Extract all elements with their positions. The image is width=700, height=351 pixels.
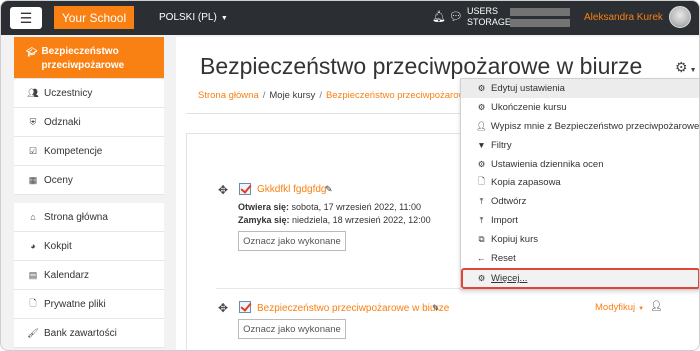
file-icon: 🗋︎ xyxy=(478,175,485,186)
users-label: USERS xyxy=(467,6,499,16)
top-navbar: ☰ Your School POLSKI (PL) ▼ 🔔︎ 💬︎ USERS S… xyxy=(1,1,699,35)
storage-usage-bar xyxy=(510,19,570,27)
sidebar-item-label: Strona główna xyxy=(44,211,108,223)
sidebar-item-dashboard[interactable]: ◕ Kokpit xyxy=(14,232,164,261)
breadcrumb-separator: / xyxy=(262,90,266,101)
menu-toggle-button[interactable]: ☰ xyxy=(10,7,42,29)
arrow-left-icon: ← xyxy=(477,253,486,264)
hamburger-icon: ☰ xyxy=(19,10,33,26)
shield-icon: ⛨ xyxy=(29,116,37,127)
sidebar-item-private-files[interactable]: 🗋︎ Prywatne pliki xyxy=(14,290,164,319)
page-title: Bezpieczeństwo przeciwpożarowe w biurze xyxy=(200,53,643,79)
gear-icon: ⚙ xyxy=(477,82,486,93)
menu-item-reset[interactable]: ← Reset xyxy=(461,249,699,268)
users-usage-bar xyxy=(510,8,570,16)
menu-item-import[interactable]: ⤒ Import xyxy=(461,211,699,230)
users-icon: 👥︎ xyxy=(27,87,39,98)
menu-item-edit-settings[interactable]: ⚙ Edytuj ustawienia xyxy=(461,79,699,98)
site-brand[interactable]: Your School xyxy=(54,6,134,29)
pencil-icon[interactable]: ✎ xyxy=(432,303,440,314)
language-menu[interactable]: POLSKI (PL) ▼ xyxy=(159,12,228,23)
breadcrumb: Strona główna / Moje kursy / Bezpieczeństwo … xyxy=(198,90,471,101)
modify-menu[interactable]: Modyfikuj ▼ xyxy=(595,302,644,313)
app-window: ☰ Your School POLSKI (PL) ▼ 🔔︎ 💬︎ USERS S… xyxy=(0,0,700,351)
file-icon: 🗋︎ xyxy=(29,298,37,308)
menu-item-copy-course[interactable]: ⧉ Kopiuj kurs xyxy=(461,230,699,249)
sidebar-item-home[interactable]: ⌂ Strona główna xyxy=(14,203,164,232)
usage-bars xyxy=(510,8,570,30)
sidebar-item-label: Odznaki xyxy=(44,116,81,128)
sidebar-item-grades[interactable]: ▦ Oceny xyxy=(14,166,164,195)
brush-icon: 🖌︎ xyxy=(27,327,39,338)
move-icon[interactable]: ✥ xyxy=(218,183,228,197)
user-icon: 👤︎ xyxy=(476,120,487,131)
home-icon: ⌂ xyxy=(30,212,36,222)
gear-icon: ⚙ xyxy=(477,272,486,283)
gear-icon: ⚙ xyxy=(477,158,486,169)
mark-done-button[interactable]: Oznacz jako wykonane xyxy=(238,319,346,339)
sidebar: 🎓︎ Bezpieczeństwo przeciwpożarowe 👥︎ Ucz… xyxy=(14,37,164,350)
table-icon: ▦ xyxy=(28,174,38,185)
caret-down-icon: ▼ xyxy=(689,67,697,74)
gear-icon: ⚙ xyxy=(675,59,688,75)
breadcrumb-home[interactable]: Strona główna xyxy=(198,90,259,101)
dashboard-icon: ◕ xyxy=(30,241,36,251)
move-icon[interactable]: ✥ xyxy=(218,301,228,315)
sidebar-item-label: Kokpit xyxy=(44,240,72,252)
caret-down-icon: ▼ xyxy=(220,15,228,22)
sidebar-item-label: Kompetencje xyxy=(44,145,103,157)
menu-item-gradebook-setup[interactable]: ⚙ Ustawienia dziennika ocen xyxy=(461,155,699,174)
menu-item-unenrol[interactable]: 👤︎ Wypisz mnie z Bezpieczeństwo przeciwpo… xyxy=(461,117,699,136)
menu-item-restore[interactable]: ⤒ Odtwórz xyxy=(461,192,699,211)
sidebar-item-label: Bank zawartości xyxy=(44,327,117,339)
pencil-icon[interactable]: ✎ xyxy=(325,184,333,195)
menu-item-backup[interactable]: 🗋︎ Kopia zapasowa xyxy=(461,173,699,192)
quiz-icon xyxy=(239,183,251,195)
sidebar-item-badges[interactable]: ⛨ Odznaki xyxy=(14,108,164,137)
sidebar-item-label: Prywatne pliki xyxy=(44,298,106,310)
menu-item-course-completion[interactable]: ⚙ Ukończenie kursu xyxy=(461,98,699,117)
sidebar-item-competencies[interactable]: ☑ Kompetencje xyxy=(14,137,164,166)
calendar-icon: ▤ xyxy=(28,269,38,280)
breadcrumb-course[interactable]: Bezpieczeństwo przeciwpożarowe xyxy=(326,90,471,101)
sidebar-item-participants[interactable]: 👥︎ Uczestnicy xyxy=(14,79,164,108)
upload-icon: ⤒ xyxy=(479,215,484,226)
avatar[interactable] xyxy=(669,6,691,28)
mark-done-button[interactable]: Oznacz jako wykonane xyxy=(238,231,346,251)
bell-icon[interactable]: 🔔︎ xyxy=(432,10,446,23)
closes-date: Zamyka się: niedziela, 18 wrzesień 2022,… xyxy=(238,215,431,225)
opens-date: Otwiera się: sobota, 17 wrzesień 2022, 1… xyxy=(238,202,421,212)
usage-labels: USERS STORAGE xyxy=(467,6,511,28)
sidebar-item-label: Oceny xyxy=(44,174,73,186)
user-icon[interactable]: 👤︎ xyxy=(650,301,663,312)
breadcrumb-separator: / xyxy=(319,90,322,101)
activity-link[interactable]: Gkkdfkl fgdgfdg xyxy=(257,184,326,195)
breadcrumb-my-courses[interactable]: Moje kursy xyxy=(269,90,315,101)
sidebar-item-label: Bezpieczeństwo przeciwpożarowe xyxy=(41,46,125,71)
sidebar-item-course[interactable]: 🎓︎ Bezpieczeństwo przeciwpożarowe xyxy=(14,37,164,79)
storage-label: STORAGE xyxy=(467,17,511,27)
check-circle-icon: ⚙ xyxy=(477,101,486,112)
course-actions-button[interactable]: ⚙ ▼ xyxy=(675,59,697,76)
checkbox-icon: ☑ xyxy=(28,145,38,156)
quiz-icon xyxy=(239,301,251,313)
sidebar-item-label: Uczestnicy xyxy=(44,87,93,99)
sidebar-item-label: Kalendarz xyxy=(44,269,90,281)
activity-link[interactable]: Bezpieczeństwo przeciwpożarowe w biurze xyxy=(257,303,449,314)
menu-item-filters[interactable]: ▼ Filtry xyxy=(461,136,699,155)
filter-icon: ▼ xyxy=(477,140,486,151)
course-actions-dropdown: ⚙ Edytuj ustawienia ⚙ Ukończenie kursu 👤︎ W… xyxy=(460,78,699,290)
upload-icon: ⤒ xyxy=(479,196,484,207)
graduation-cap-icon: 🎓︎ xyxy=(26,47,38,57)
user-name[interactable]: Aleksandra Kurek xyxy=(584,12,663,23)
sidebar-item-content-bank[interactable]: 🖌︎ Bank zawartości xyxy=(14,319,164,348)
copy-icon: ⧉ xyxy=(478,234,485,245)
sidebar-item-calendar[interactable]: ▤ Kalendarz xyxy=(14,261,164,290)
menu-item-more[interactable]: ⚙ Więcej... xyxy=(461,267,699,289)
chat-icon[interactable]: 💬︎ xyxy=(449,10,463,23)
caret-down-icon: ▼ xyxy=(638,306,645,312)
